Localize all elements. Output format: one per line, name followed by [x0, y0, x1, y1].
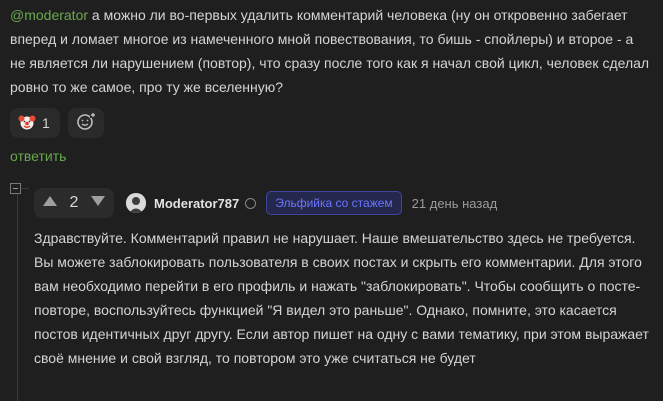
- parent-comment-text: @moderator а можно ли во-первых удалить …: [10, 3, 650, 99]
- collapse-thread-button[interactable]: [10, 183, 21, 194]
- avatar[interactable]: [126, 193, 146, 213]
- thread-line: [17, 190, 18, 401]
- vote-count: 2: [69, 194, 79, 211]
- comment-timestamp[interactable]: 21 день назад: [412, 196, 498, 211]
- upvote-icon[interactable]: [42, 194, 58, 212]
- downvote-icon[interactable]: [90, 194, 106, 212]
- reply-comment-text: Здравствуйте. Комментарий правил не нару…: [34, 230, 649, 366]
- user-badge: Эльфийка со стажем: [266, 191, 402, 215]
- add-emoji-icon: [76, 111, 96, 136]
- reaction-count: 1: [42, 115, 50, 131]
- add-reaction-button[interactable]: [67, 108, 104, 138]
- mention-link[interactable]: @moderator: [10, 7, 88, 23]
- comment-meta: Moderator787 Эльфийка со стажем 21 день …: [126, 190, 497, 216]
- reaction-clown-button[interactable]: 1: [10, 108, 60, 138]
- vote-control: 2: [34, 188, 114, 218]
- clown-emoji-icon: [18, 113, 36, 134]
- thread-connector: [21, 188, 29, 189]
- reply-link[interactable]: ответить: [10, 148, 66, 164]
- username-link[interactable]: Moderator787: [154, 196, 239, 211]
- reactions-bar: 1: [10, 108, 104, 138]
- parent-comment-body: а можно ли во-первых удалить комментарий…: [10, 7, 650, 95]
- verified-icon: [245, 197, 257, 209]
